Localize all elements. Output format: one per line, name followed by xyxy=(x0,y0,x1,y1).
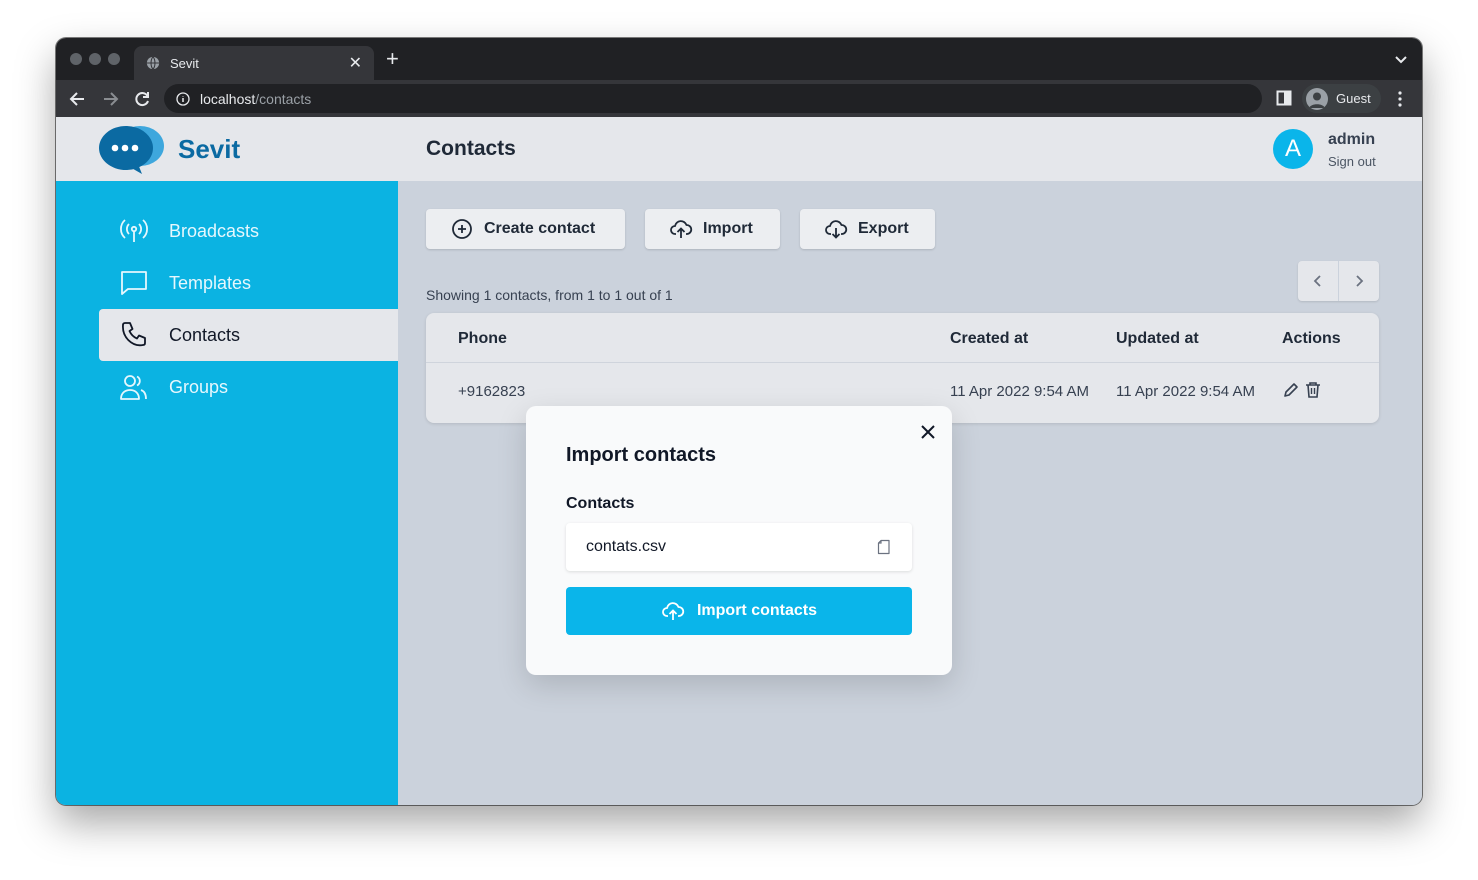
cloud-upload-icon xyxy=(662,602,685,620)
file-icon xyxy=(877,539,890,555)
import-label: Import xyxy=(703,220,753,237)
profile-label: Guest xyxy=(1336,91,1371,106)
brand-name[interactable]: Sevit xyxy=(178,134,240,165)
import-contacts-modal: Import contacts Contacts contats.csv Imp… xyxy=(526,406,952,675)
phone-icon xyxy=(122,322,146,347)
import-contacts-button[interactable]: Import contacts xyxy=(566,587,912,635)
sidebar-item-label: Templates xyxy=(169,272,252,293)
chevron-left-icon xyxy=(1313,275,1321,287)
cell-phone: +9162823 xyxy=(458,383,526,400)
browser-window: Sevit ✕ + localhost/contacts Guest Sevit… xyxy=(56,38,1422,805)
cloud-download-icon xyxy=(825,220,848,239)
page-title: Contacts xyxy=(426,137,516,160)
back-arrow-icon[interactable] xyxy=(68,89,88,109)
export-button[interactable]: Export xyxy=(800,209,935,249)
export-label: Export xyxy=(858,220,909,237)
window-zoom-dot[interactable] xyxy=(108,53,120,65)
address-bar[interactable]: localhost/contacts xyxy=(164,84,1262,113)
edit-pencil-icon[interactable] xyxy=(1282,381,1300,399)
user-name: admin xyxy=(1328,131,1376,148)
sidebar-item-templates[interactable]: Templates xyxy=(99,257,398,309)
url-host: localhost xyxy=(200,90,256,107)
sidebar: Broadcasts Templates Contacts Groups xyxy=(56,181,398,805)
app-root: Sevit Contacts A admin Sign out Broadcas… xyxy=(56,117,1422,805)
file-name: contats.csv xyxy=(586,538,667,555)
pagination xyxy=(1298,261,1379,301)
globe-icon xyxy=(146,56,160,70)
chat-bubble-icon xyxy=(121,271,147,295)
new-tab-icon[interactable]: + xyxy=(386,48,399,70)
app-header: Sevit Contacts A admin Sign out xyxy=(56,117,1422,181)
sevit-logo-icon[interactable] xyxy=(98,124,166,174)
column-header-actions: Actions xyxy=(1282,330,1341,347)
plus-circle-icon xyxy=(452,219,472,239)
sidebar-item-broadcasts[interactable]: Broadcasts xyxy=(99,205,398,257)
sidebar-item-contacts[interactable]: Contacts xyxy=(99,309,398,361)
cell-created: 11 Apr 2022 9:54 AM xyxy=(950,383,1089,400)
sidebar-item-label: Groups xyxy=(169,376,229,397)
url-path: /contacts xyxy=(255,90,312,107)
site-info-icon[interactable] xyxy=(176,91,190,106)
window-close-dot[interactable] xyxy=(70,53,82,65)
close-icon[interactable] xyxy=(918,422,938,442)
sidebar-item-label: Contacts xyxy=(169,324,241,345)
broadcast-icon xyxy=(120,219,148,242)
profile-avatar-icon xyxy=(1306,87,1328,110)
browser-tabbar: Sevit ✕ + xyxy=(56,38,1422,80)
column-header-updated[interactable]: Updated at xyxy=(1116,330,1199,348)
browser-tab[interactable]: Sevit ✕ xyxy=(134,46,374,80)
results-summary: Showing 1 contacts, from 1 to 1 out of 1 xyxy=(426,287,673,303)
forward-arrow-icon[interactable] xyxy=(100,89,120,109)
sidebar-item-label: Broadcasts xyxy=(169,220,260,241)
tab-close-icon[interactable]: ✕ xyxy=(349,53,362,73)
contacts-field-label: Contacts xyxy=(566,495,635,512)
users-icon xyxy=(120,375,147,400)
table-divider xyxy=(426,362,1379,363)
cell-updated: 11 Apr 2022 9:54 AM xyxy=(1116,383,1255,400)
chevron-right-icon xyxy=(1356,275,1364,287)
column-header-created[interactable]: Created at xyxy=(950,330,1028,348)
user-avatar[interactable]: A xyxy=(1273,129,1313,169)
contacts-file-input[interactable]: contats.csv xyxy=(566,523,912,571)
browser-toolbar: localhost/contacts Guest xyxy=(56,80,1422,117)
column-header-phone[interactable]: Phone xyxy=(458,330,507,348)
delete-trash-icon[interactable] xyxy=(1304,381,1322,399)
browser-menu-icon[interactable] xyxy=(1392,90,1408,108)
previous-page-button[interactable] xyxy=(1298,261,1339,301)
import-contacts-label: Import contacts xyxy=(696,602,817,619)
tab-search-chevron-icon[interactable] xyxy=(1394,52,1408,66)
next-page-button[interactable] xyxy=(1339,261,1379,301)
side-panel-icon[interactable] xyxy=(1276,90,1292,106)
reload-icon[interactable] xyxy=(132,89,152,109)
sidebar-item-groups[interactable]: Groups xyxy=(99,361,398,413)
create-contact-button[interactable]: Create contact xyxy=(426,209,625,249)
profile-button[interactable]: Guest xyxy=(1302,84,1381,113)
tab-title: Sevit xyxy=(170,55,199,71)
modal-title: Import contacts xyxy=(566,444,717,466)
create-contact-label: Create contact xyxy=(484,220,596,237)
cloud-upload-icon xyxy=(670,220,693,238)
sign-out-link[interactable]: Sign out xyxy=(1328,154,1376,169)
window-minimize-dot[interactable] xyxy=(89,53,101,65)
import-button[interactable]: Import xyxy=(645,209,780,249)
